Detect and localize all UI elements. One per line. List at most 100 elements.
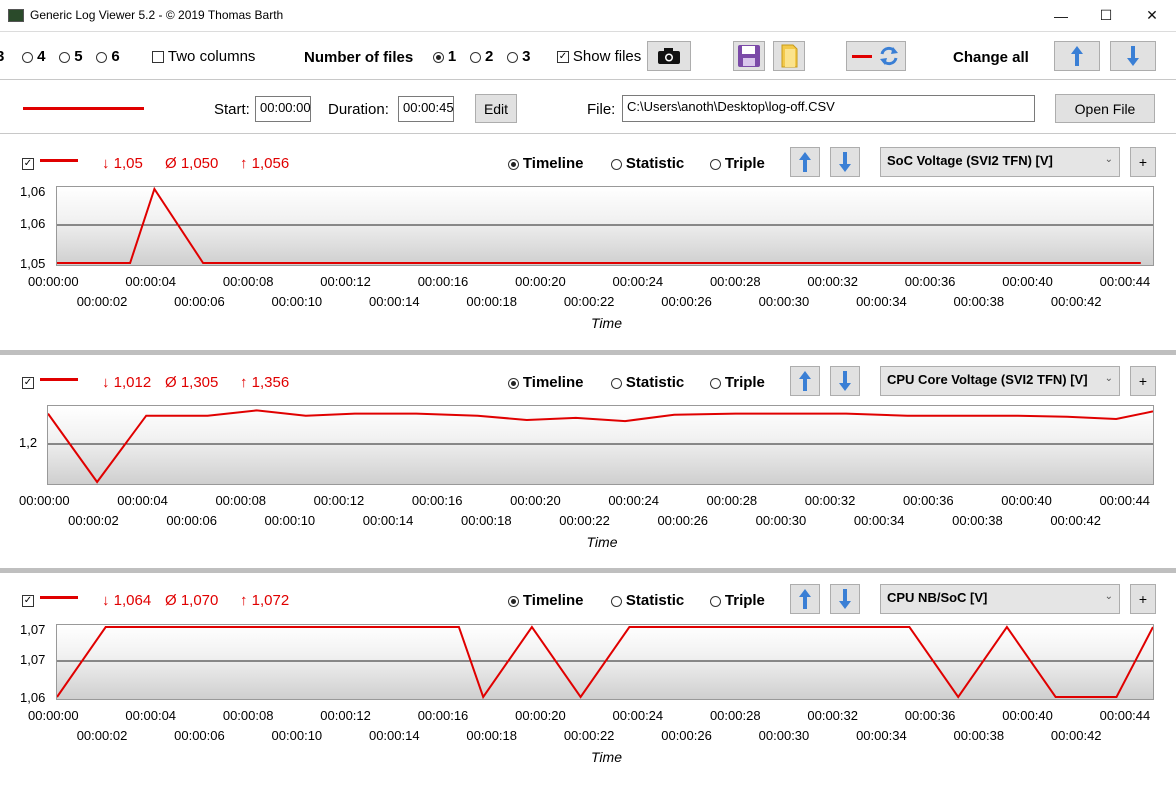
x-tick-label: 00:00:34 [856, 728, 907, 743]
triple-radio[interactable] [710, 377, 721, 389]
x-tick-label: 00:00:42 [1050, 294, 1102, 309]
sensor-select[interactable]: SoC Voltage (SVI2 TFN) [V] ⌄ [880, 147, 1120, 177]
plot-area [56, 624, 1154, 700]
x-tick-label: 00:00:08 [222, 708, 274, 723]
y-tick-label: 1,2 [19, 435, 38, 450]
change-all-label: Change all [953, 49, 1029, 66]
layout-radio-6[interactable] [96, 51, 108, 63]
two-columns-checkbox[interactable] [152, 51, 164, 64]
mode-timeline[interactable]: Timeline [508, 155, 583, 172]
statistic-radio[interactable] [611, 595, 622, 607]
edit-button[interactable]: Edit [475, 94, 517, 123]
x-tick-label: 00:00:30 [758, 294, 810, 309]
start-input[interactable]: 00:00:00 [255, 96, 311, 122]
avg-value: Ø 1,070 [165, 592, 219, 609]
panel-line-color[interactable] [40, 596, 78, 599]
duration-label: Duration: [328, 101, 389, 118]
timeline-radio[interactable] [508, 158, 519, 170]
timeline-radio[interactable] [508, 377, 519, 389]
panel-up-button[interactable] [790, 584, 820, 614]
x-tick-label: 00:00:20 [515, 708, 566, 723]
files-radio-1[interactable] [433, 51, 444, 63]
duration-input[interactable]: 00:00:45 [398, 96, 454, 122]
file-count-options: 1 2 3 [433, 48, 530, 66]
x-tick-label: 00:00:12 [320, 274, 371, 289]
panel-up-button[interactable] [790, 147, 820, 177]
change-color-button[interactable] [846, 41, 906, 71]
x-tick-label: 00:00:22 [559, 513, 610, 528]
panel-separator[interactable] [0, 568, 1176, 573]
x-tick-label: 00:00:26 [661, 294, 712, 309]
mode-statistic[interactable]: Statistic [611, 155, 684, 172]
file-option-label: 1 [447, 48, 457, 65]
x-tick-label: 00:00:24 [612, 708, 664, 723]
app-icon [8, 9, 24, 22]
mode-timeline[interactable]: Timeline [508, 592, 583, 609]
mode-triple[interactable]: Triple [710, 592, 765, 609]
x-tick-label: 00:00:44 [1099, 274, 1151, 289]
two-columns-toggle[interactable]: Two columns [152, 48, 255, 66]
x-tick-label: 00:00:16 [411, 493, 463, 508]
layout-radio-4[interactable] [22, 51, 34, 63]
series-line [57, 625, 1153, 699]
move-all-down-button[interactable] [1110, 41, 1156, 71]
panel-separator[interactable] [0, 350, 1176, 355]
x-tick-label: 00:00:18 [461, 513, 512, 528]
panel-visible-checkbox[interactable]: ✓ [22, 158, 34, 171]
arrow-up-icon [1071, 46, 1083, 66]
add-sensor-button[interactable]: + [1130, 147, 1156, 177]
statistic-radio[interactable] [611, 377, 622, 389]
panel-visible-checkbox[interactable]: ✓ [22, 595, 34, 608]
x-tick-label: 00:00:08 [222, 274, 274, 289]
mode-triple[interactable]: Triple [710, 374, 765, 391]
file-path-input[interactable]: C:\Users\anoth\Desktop\log-off.CSV [622, 95, 1035, 122]
close-button[interactable]: ✕ [1129, 0, 1175, 31]
panel-down-button[interactable] [830, 147, 860, 177]
files-radio-3[interactable] [507, 51, 519, 63]
plot-area [56, 186, 1154, 266]
file-line-color[interactable] [23, 107, 144, 110]
files-radio-2[interactable] [470, 51, 482, 63]
folder-icon [781, 44, 798, 68]
open-folder-button[interactable] [773, 41, 805, 71]
sensor-select[interactable]: CPU Core Voltage (SVI2 TFN) [V] ⌄ [880, 366, 1120, 396]
triple-radio[interactable] [710, 595, 721, 607]
triple-radio[interactable] [710, 158, 721, 170]
layout-radio-5[interactable] [59, 51, 71, 63]
arrow-down-icon [1127, 46, 1139, 66]
mode-triple[interactable]: Triple [710, 155, 765, 172]
open-file-button[interactable]: Open File [1055, 94, 1155, 123]
x-tick-label: 00:00:36 [904, 274, 956, 289]
title-bar: Generic Log Viewer 5.2 - © 2019 Thomas B… [0, 0, 1176, 32]
mode-statistic[interactable]: Statistic [611, 592, 684, 609]
panel-down-button[interactable] [830, 366, 860, 396]
screenshot-button[interactable] [647, 41, 691, 71]
statistic-radio[interactable] [611, 158, 622, 170]
panel-line-color[interactable] [40, 378, 78, 381]
panel-line-color[interactable] [40, 159, 78, 162]
plot-area [47, 405, 1154, 485]
x-tick-label: 00:00:38 [953, 728, 1005, 743]
save-button[interactable] [733, 41, 765, 71]
x-tick-label: 00:00:28 [709, 274, 761, 289]
show-files-label: Show files [572, 48, 642, 65]
x-tick-label: 00:00:06 [174, 294, 225, 309]
add-sensor-button[interactable]: + [1130, 584, 1156, 614]
panel-up-button[interactable] [790, 366, 820, 396]
mode-statistic[interactable]: Statistic [611, 374, 684, 391]
max-value: ↑ 1,072 [240, 592, 290, 609]
two-columns-label: Two columns [167, 48, 256, 65]
minimize-button[interactable]: — [1038, 0, 1084, 31]
add-sensor-button[interactable]: + [1130, 366, 1156, 396]
show-files-toggle[interactable]: ✓ Show files [557, 48, 641, 66]
mode-timeline[interactable]: Timeline [508, 374, 583, 391]
panel-visible-checkbox[interactable]: ✓ [22, 377, 34, 390]
arrow-down-icon [839, 589, 851, 609]
move-all-up-button[interactable] [1054, 41, 1100, 71]
statistic-label: Statistic [625, 155, 685, 172]
show-files-checkbox[interactable]: ✓ [557, 51, 569, 64]
timeline-radio[interactable] [508, 595, 519, 607]
panel-down-button[interactable] [830, 584, 860, 614]
maximize-button[interactable]: ☐ [1083, 0, 1129, 31]
sensor-select[interactable]: CPU NB/SoC [V] ⌄ [880, 584, 1120, 614]
